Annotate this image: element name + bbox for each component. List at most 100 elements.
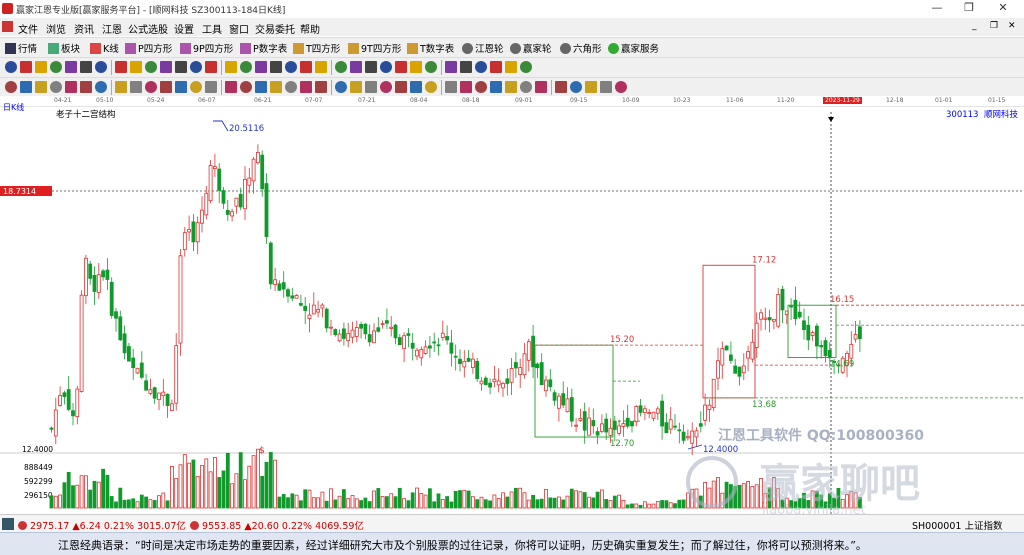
tool-icon[interactable] bbox=[225, 81, 237, 93]
tool-icon[interactable] bbox=[490, 61, 502, 73]
winner-wheel-button[interactable]: 赢家轮 bbox=[510, 41, 552, 55]
tool-icon[interactable] bbox=[490, 81, 502, 93]
tool-icon[interactable] bbox=[80, 81, 92, 93]
tool-icon[interactable] bbox=[270, 61, 282, 73]
tool-icon[interactable] bbox=[65, 61, 77, 73]
tool-icon[interactable] bbox=[520, 81, 532, 93]
maximize-button[interactable]: ❐ bbox=[954, 0, 984, 18]
tool-icon[interactable] bbox=[190, 61, 202, 73]
tool-icon[interactable] bbox=[5, 61, 17, 73]
tool-icon[interactable] bbox=[130, 81, 142, 93]
p-square-button[interactable]: P四方形 bbox=[125, 41, 172, 55]
tool-icon[interactable] bbox=[95, 61, 107, 73]
tool-icon[interactable] bbox=[600, 81, 612, 93]
tool-icon[interactable] bbox=[50, 81, 62, 93]
tool-icon[interactable] bbox=[395, 61, 407, 73]
tool-icon[interactable] bbox=[285, 81, 297, 93]
tool-icon[interactable] bbox=[395, 81, 407, 93]
tool-icon[interactable] bbox=[425, 81, 437, 93]
tool-icon[interactable] bbox=[35, 81, 47, 93]
tool-icon[interactable] bbox=[315, 61, 327, 73]
tool-icon[interactable] bbox=[460, 61, 472, 73]
tool-icon[interactable] bbox=[335, 61, 347, 73]
tool-icon[interactable] bbox=[460, 81, 472, 93]
tool-icon[interactable] bbox=[65, 81, 77, 93]
sectors-button[interactable]: 板块 bbox=[48, 41, 80, 55]
tool-icon[interactable] bbox=[115, 61, 127, 73]
tool-icon[interactable] bbox=[240, 61, 252, 73]
quotes-button[interactable]: 行情 bbox=[5, 41, 37, 55]
tool-icon[interactable] bbox=[505, 61, 517, 73]
tool-icon[interactable] bbox=[350, 61, 362, 73]
winner-service-button[interactable]: 赢家服务 bbox=[608, 41, 659, 55]
tool-icon[interactable] bbox=[270, 81, 282, 93]
tool-icon[interactable] bbox=[145, 61, 157, 73]
tool-icon[interactable] bbox=[225, 61, 237, 73]
tool-icon[interactable] bbox=[35, 61, 47, 73]
menu-file[interactable]: 文件 bbox=[18, 21, 38, 36]
tool-icon[interactable] bbox=[145, 81, 157, 93]
tool-icon[interactable] bbox=[20, 81, 32, 93]
tool-icon[interactable] bbox=[475, 81, 487, 93]
menu-gann[interactable]: 江恩 bbox=[102, 21, 122, 36]
tool-icon[interactable] bbox=[475, 61, 487, 73]
mdi-restore-button[interactable]: ❐ bbox=[990, 21, 998, 31]
tool-icon[interactable] bbox=[445, 81, 457, 93]
tool-icon[interactable] bbox=[365, 81, 377, 93]
tool-icon[interactable] bbox=[380, 81, 392, 93]
tool-icon[interactable] bbox=[20, 61, 32, 73]
chart-area[interactable]: 18.7314 12.4000 888449 592299 296150 $ 20.511… bbox=[0, 100, 1024, 518]
tool-icon[interactable] bbox=[300, 81, 312, 93]
tool-icon[interactable] bbox=[425, 61, 437, 73]
tool-icon[interactable] bbox=[5, 81, 17, 93]
tool-icon[interactable] bbox=[255, 61, 267, 73]
menu-window[interactable]: 窗口 bbox=[229, 21, 249, 36]
tool-icon[interactable] bbox=[365, 61, 377, 73]
tool-icon[interactable] bbox=[380, 61, 392, 73]
menu-settings[interactable]: 设置 bbox=[174, 21, 194, 36]
tool-icon[interactable] bbox=[160, 61, 172, 73]
tool-icon[interactable] bbox=[50, 61, 62, 73]
tool-icon[interactable] bbox=[535, 81, 547, 93]
tool-icon[interactable] bbox=[115, 81, 127, 93]
p-table-button[interactable]: P数字表 bbox=[240, 41, 287, 55]
tool-icon[interactable] bbox=[285, 61, 297, 73]
menu-browse[interactable]: 浏览 bbox=[46, 21, 66, 36]
kline-chart[interactable]: 18.7314 12.4000 888449 592299 296150 $ 20.511… bbox=[0, 100, 1024, 518]
menu-info[interactable]: 资讯 bbox=[74, 21, 94, 36]
tool-icon[interactable] bbox=[315, 81, 327, 93]
tool-icon[interactable] bbox=[190, 81, 202, 93]
tool-icon[interactable] bbox=[410, 81, 422, 93]
tool-icon[interactable] bbox=[95, 81, 107, 93]
tool-icon[interactable] bbox=[350, 81, 362, 93]
gann-wheel-button[interactable]: 江恩轮 bbox=[462, 41, 504, 55]
tool-icon[interactable] bbox=[130, 61, 142, 73]
t-table-button[interactable]: T数字表 bbox=[407, 41, 454, 55]
tool-icon[interactable] bbox=[555, 81, 567, 93]
tool-icon[interactable] bbox=[255, 81, 267, 93]
tool-icon[interactable] bbox=[585, 81, 597, 93]
tool-icon[interactable] bbox=[175, 81, 187, 93]
mdi-minimize-button[interactable]: _ bbox=[972, 21, 977, 31]
menu-tools[interactable]: 工具 bbox=[202, 21, 222, 36]
tool-icon[interactable] bbox=[410, 61, 422, 73]
menu-trade[interactable]: 交易委托 bbox=[255, 21, 295, 36]
close-button[interactable]: ✕ bbox=[988, 0, 1018, 18]
tool-icon[interactable] bbox=[335, 81, 347, 93]
tool-icon[interactable] bbox=[445, 61, 457, 73]
minimize-button[interactable]: — bbox=[922, 0, 952, 18]
tool-icon[interactable] bbox=[520, 61, 532, 73]
tool-icon[interactable] bbox=[300, 61, 312, 73]
tool-icon[interactable] bbox=[205, 61, 217, 73]
tool-icon[interactable] bbox=[615, 81, 627, 93]
9t-square-button[interactable]: 9T四方形 bbox=[348, 41, 401, 55]
tool-icon[interactable] bbox=[175, 61, 187, 73]
tool-icon[interactable] bbox=[205, 81, 217, 93]
9p-square-button[interactable]: 9P四方形 bbox=[180, 41, 233, 55]
index-selector[interactable]: SH000001 上证指数 bbox=[912, 518, 1002, 532]
menu-formula[interactable]: 公式选股 bbox=[128, 21, 168, 36]
tool-icon[interactable] bbox=[80, 61, 92, 73]
t-square-button[interactable]: T四方形 bbox=[293, 41, 340, 55]
kline-button[interactable]: K线 bbox=[90, 41, 119, 55]
tool-icon[interactable] bbox=[160, 81, 172, 93]
